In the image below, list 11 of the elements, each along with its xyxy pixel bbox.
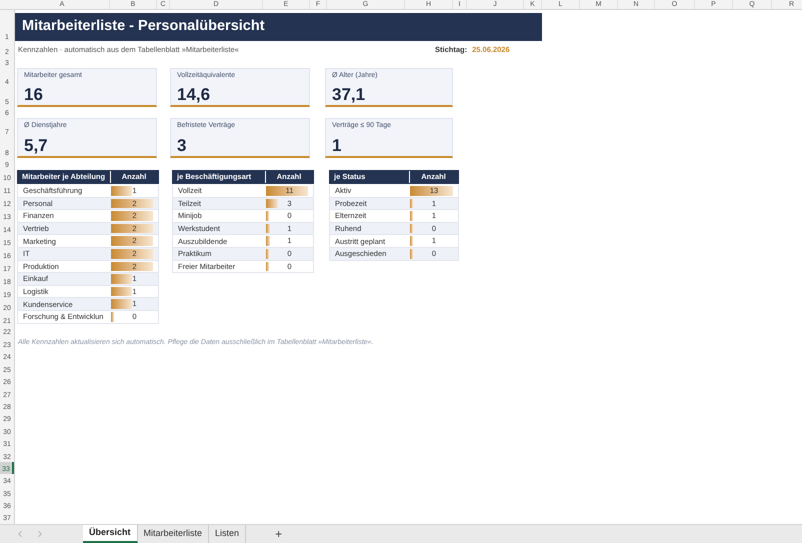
kpi-value: 37,1: [332, 86, 366, 103]
sheet-tab[interactable]: Übersicht: [83, 525, 138, 543]
sheet-tab[interactable]: Mitarbeiterliste: [138, 525, 210, 543]
add-sheet-button[interactable]: +: [271, 525, 286, 543]
kpi-value: 14,6: [177, 86, 212, 103]
sheet-tab[interactable]: Listen: [209, 525, 246, 543]
kpi-value: 1: [332, 137, 342, 154]
kpi-value: 5,7: [24, 137, 49, 154]
kpi-value: 16: [24, 86, 44, 103]
kpi-value: 3: [177, 137, 188, 154]
sheet-title: Mitarbeiterliste - Personalübersicht: [22, 17, 265, 36]
